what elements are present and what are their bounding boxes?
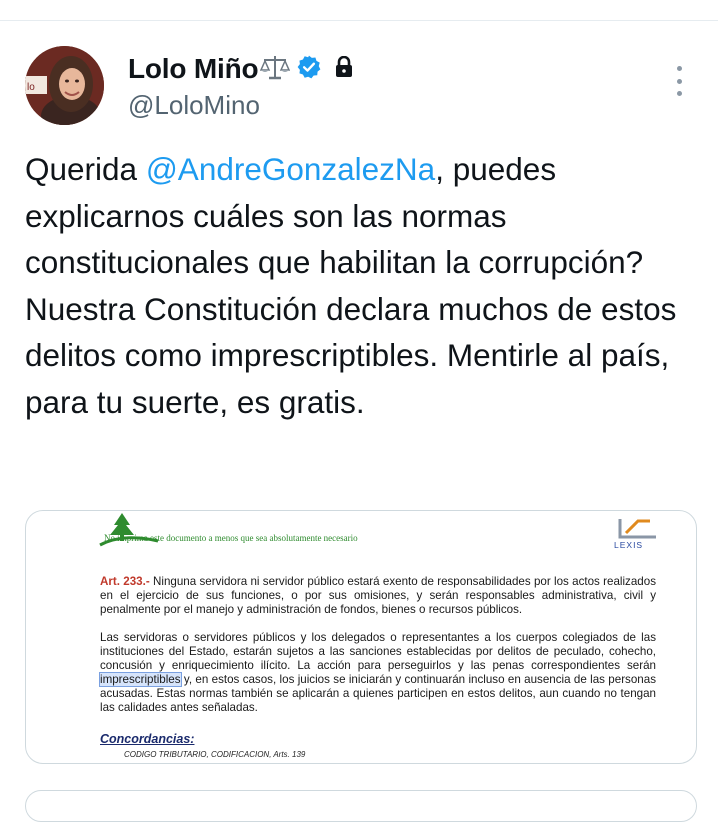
article-label: Art. 233.- [100,575,150,588]
lexis-logo-label: LEXIS [614,540,644,550]
para2-after: y, en estos casos, los juicios se inicia… [100,673,656,714]
avatar-image: lo [25,46,104,125]
svg-text:lo: lo [27,82,35,93]
verified-badge-icon[interactable] [296,54,322,85]
author-row: Lolo Miño [128,52,354,86]
concordancias-heading: Concordancias: [100,732,195,746]
lexis-logo [618,519,656,539]
article-paragraph-2: Las servidoras o servidores públicos y l… [99,631,656,715]
lock-icon [334,55,354,83]
highlighted-word: imprescriptibles [99,672,182,687]
reference-line: CODIGO TRIBUTARIO, CODIFICACION, Arts. 1… [124,750,306,759]
document-banner: No imprima este documento a menos que se… [104,533,358,543]
author-name[interactable]: Lolo Miño [128,53,259,85]
para2-before: Las servidoras o servidores públicos y l… [100,631,656,672]
article-paragraph-1: Art. 233.- Ninguna servidora ni servidor… [100,575,656,617]
author-handle[interactable]: @LoloMino [128,90,260,121]
tweet-text: Querida @AndreGonzalezNa, puedes explica… [25,146,705,425]
more-options-icon[interactable] [672,66,686,96]
mention-link[interactable]: @AndreGonzalezNa [146,151,435,187]
tweet-text-prefix: Querida [25,151,146,187]
tweet-text-suffix: , puedes explicarnos cuáles son las norm… [25,151,677,420]
avatar[interactable]: lo [25,46,104,125]
document-text: Art. 233.- Ninguna servidora ni servidor… [99,575,656,729]
scales-emoji-icon [260,53,291,86]
attached-image[interactable]: No imprima este documento a menos que se… [25,510,697,764]
tree-icon [99,513,159,547]
next-card-edge [25,790,697,822]
para1-text: Ninguna servidora ni servidor público es… [100,575,656,616]
